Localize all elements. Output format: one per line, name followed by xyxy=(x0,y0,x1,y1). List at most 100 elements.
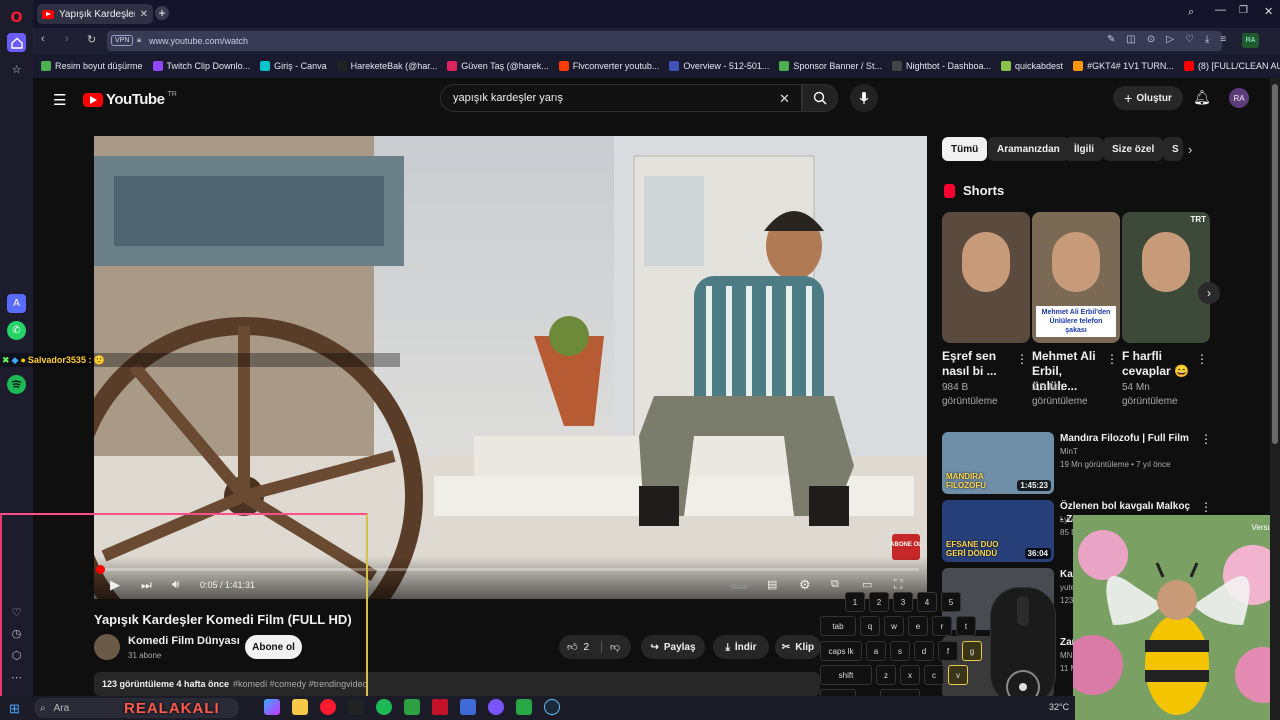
short-title[interactable]: F harfli cevaplar 😄 xyxy=(1122,349,1192,379)
steam-icon[interactable] xyxy=(544,699,560,715)
notifications-bell-icon[interactable]: 🔔︎ xyxy=(1193,89,1211,106)
file-explorer-icon[interactable] xyxy=(292,699,308,715)
bookmark-item[interactable]: Sponsor Banner / St... xyxy=(779,61,882,71)
bookmark-favicon-icon xyxy=(558,61,569,71)
youtube-region: TR xyxy=(167,91,177,98)
spotify-icon[interactable] xyxy=(7,375,26,394)
app-icon-3[interactable] xyxy=(432,699,448,715)
search-button[interactable] xyxy=(802,84,838,112)
heart-outline-icon[interactable]: ♡ xyxy=(1185,34,1194,45)
download-button[interactable]: ⤓ İndir xyxy=(713,635,769,659)
vpn-badge[interactable]: VPN xyxy=(111,35,134,46)
short-title[interactable]: Eşref sen nasıl bi ... xyxy=(942,349,1012,379)
settings-gear-icon[interactable]: ⚙ xyxy=(799,577,811,593)
tab-close-icon[interactable]: ✕ xyxy=(140,9,148,20)
forward-button[interactable]: › xyxy=(65,33,69,45)
chips-next-icon[interactable]: › xyxy=(1188,142,1192,157)
related-thumbnail-text: MANDIRA FILOZOFU xyxy=(946,472,986,490)
copilot-icon[interactable] xyxy=(264,699,280,715)
shorts-next-button[interactable]: › xyxy=(1198,282,1220,304)
windows-start-icon[interactable]: ⊞ xyxy=(9,701,20,717)
filter-chip[interactable]: S xyxy=(1163,137,1183,161)
hamburger-menu-icon[interactable]: ☰ xyxy=(53,91,66,109)
related-thumbnail[interactable]: MANDIRA FILOZOFU 1:45:23 xyxy=(942,432,1054,494)
bookmark-item[interactable]: Giriş - Canva xyxy=(260,61,327,71)
theater-mode-icon[interactable]: ▭ xyxy=(862,578,872,591)
maximize-button[interactable]: ❐ xyxy=(1239,5,1248,16)
tab-youtube[interactable]: Yapışık Kardeşler Komedi ✕ xyxy=(37,4,153,24)
related-thumbnail[interactable]: EFSANE DUO GERİ DÖNDÜ 36:04 xyxy=(942,500,1054,562)
edit-icon[interactable]: ✎ xyxy=(1107,34,1115,45)
whatsapp-icon[interactable]: ✆ xyxy=(7,321,26,340)
profile-badge[interactable]: RA xyxy=(1242,33,1259,48)
bookmark-item[interactable]: HareketeBak (@har... xyxy=(336,61,437,71)
home-icon[interactable] xyxy=(7,33,26,52)
clear-search-icon[interactable]: ✕ xyxy=(779,91,790,107)
youtube-logo[interactable]: YouTube TR xyxy=(83,91,177,108)
like-icon[interactable]: 👍︎ xyxy=(567,641,577,653)
filter-chip[interactable]: Aramanızdan xyxy=(988,137,1069,161)
opera-taskbar-icon[interactable] xyxy=(320,699,336,715)
miniplayer-icon[interactable]: ⧉ xyxy=(831,578,839,591)
camera-icon[interactable]: ◫ xyxy=(1126,34,1135,45)
app-icon-4[interactable] xyxy=(460,699,476,715)
scrollbar-thumb[interactable] xyxy=(1272,84,1278,444)
bookmark-item[interactable]: Nightbot - Dashboa... xyxy=(891,61,991,71)
search-input[interactable]: yapışık kardeşler yarış ✕ xyxy=(440,84,802,112)
bookmark-item[interactable]: Resim boyut düşürme xyxy=(41,61,143,71)
shield-icon[interactable]: ⊙ xyxy=(1147,34,1155,45)
app-icon[interactable] xyxy=(348,699,364,715)
subtitles-icon[interactable]: ▤ xyxy=(767,578,777,591)
app-icon-2[interactable] xyxy=(404,699,420,715)
app-icon-5[interactable] xyxy=(516,699,532,715)
short-more-icon[interactable]: ⋮ xyxy=(1106,352,1118,366)
star-icon[interactable]: ☆ xyxy=(7,60,26,79)
create-button[interactable]: + Oluştur xyxy=(1113,86,1183,110)
address-bar[interactable]: VPN 🔒︎ www.youtube.com/watch xyxy=(107,31,1222,51)
dislike-icon[interactable]: 👎︎ xyxy=(601,641,620,653)
filter-chip[interactable]: Size özel xyxy=(1103,137,1164,161)
short-more-icon[interactable]: ⋮ xyxy=(1196,352,1208,366)
bookmark-item[interactable]: Flvconverter youtub... xyxy=(558,61,659,71)
page-scrollbar[interactable] xyxy=(1270,78,1280,720)
filter-chip[interactable]: Tümü xyxy=(942,137,988,161)
reload-button[interactable]: ↻ xyxy=(87,33,96,46)
new-tab-button[interactable]: + xyxy=(155,6,169,20)
related-more-icon[interactable]: ⋮ xyxy=(1200,500,1212,514)
aria-icon[interactable]: A xyxy=(7,294,26,313)
youtube-logo-icon xyxy=(83,92,103,107)
discord-icon[interactable] xyxy=(488,699,504,715)
short-thumbnail[interactable] xyxy=(942,212,1030,343)
minimize-button[interactable]: — xyxy=(1215,4,1226,16)
bookmark-label: (8) [FULL/CLEAN AU... xyxy=(1197,61,1280,71)
fullscreen-icon[interactable]: ⛶ xyxy=(894,577,902,592)
bookmark-item[interactable]: (8) [FULL/CLEAN AU... xyxy=(1183,61,1280,71)
search-tabs-icon[interactable]: ⌕ xyxy=(1188,6,1194,19)
bookmark-favicon-icon xyxy=(669,61,680,71)
bookmark-item[interactable]: quickabdest xyxy=(1001,61,1063,71)
related-title[interactable]: Mandıra Filozofu | Full Film xyxy=(1060,432,1194,445)
keyboard-key: g xyxy=(962,641,982,661)
voice-search-button[interactable] xyxy=(850,84,878,112)
autoplay-toggle[interactable] xyxy=(730,582,748,589)
play-icon[interactable]: ▷ xyxy=(1166,34,1174,45)
related-more-icon[interactable]: ⋮ xyxy=(1200,432,1212,446)
bookmark-item[interactable]: Overview - 512-501... xyxy=(669,61,769,71)
extensions-icon[interactable]: ≡ xyxy=(1220,34,1226,45)
spotify-taskbar-icon[interactable] xyxy=(376,699,392,715)
share-button[interactable]: ↪ Paylaş xyxy=(641,635,705,659)
bookmark-item[interactable]: Twitch Clip Downlo... xyxy=(152,61,250,71)
short-thumbnail[interactable]: TRT xyxy=(1122,212,1210,343)
close-button[interactable]: ✕ xyxy=(1264,5,1273,18)
opera-logo-icon[interactable]: O xyxy=(7,8,26,27)
filter-chip[interactable]: İlgili xyxy=(1065,137,1103,161)
back-button[interactable]: ‹ xyxy=(41,33,45,45)
short-more-icon[interactable]: ⋮ xyxy=(1016,352,1028,366)
short-thumbnail[interactable]: Mehmet Ali Erbil'den Ünlülere telefon şa… xyxy=(1032,212,1120,343)
related-channel[interactable]: MinT xyxy=(1060,447,1078,456)
avatar[interactable]: RA xyxy=(1229,88,1249,108)
bookmark-item[interactable]: #GKT4# 1V1 TURN... xyxy=(1073,61,1174,71)
clip-button[interactable]: ✂ Klip xyxy=(775,635,821,659)
download-icon[interactable]: ⤓ xyxy=(1205,34,1209,45)
bookmark-item[interactable]: Güven Taş (@harek... xyxy=(447,61,549,71)
